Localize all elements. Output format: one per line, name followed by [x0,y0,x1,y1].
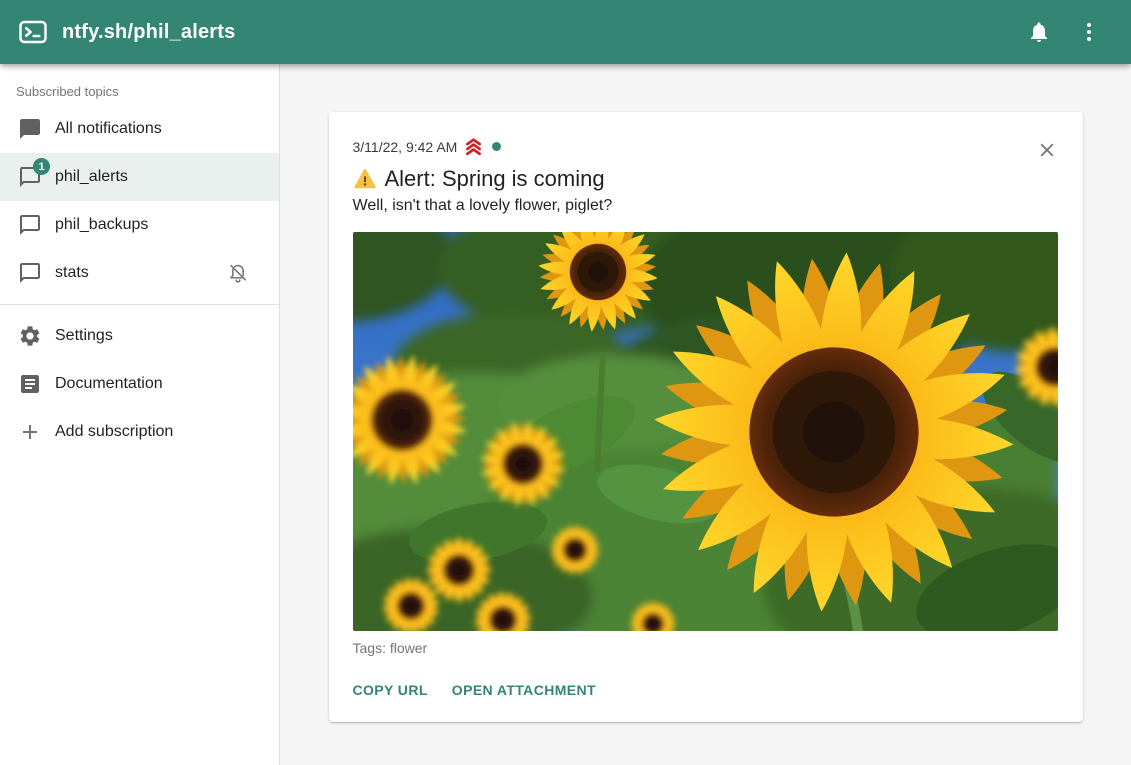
plus-icon [18,420,42,444]
notification-tags: Tags: flower [353,640,1059,656]
sidebar-item-phil-alerts[interactable]: 1 phil_alerts [0,153,279,201]
subscribed-topics-label: Subscribed topics [0,70,279,105]
gear-icon [18,324,42,348]
copy-url-button[interactable]: COPY URL [353,674,436,706]
sidebar-item-documentation[interactable]: Documentation [0,360,279,408]
close-icon [1036,139,1058,161]
sidebar: Subscribed topics All notifications 1 ph… [0,64,280,765]
sidebar-divider [0,304,279,305]
chat-bubble-outline-icon [18,213,42,237]
notification-timestamp: 3/11/22, 9:42 AM [353,139,458,155]
warning-emoji-icon [353,167,377,191]
chat-bubble-outline-icon: 1 [18,165,42,189]
notification-card: 3/11/22, 9:42 AM [329,112,1083,722]
open-attachment-button[interactable]: OPEN ATTACHMENT [452,674,604,706]
sidebar-item-stats[interactable]: stats [0,249,279,297]
overflow-menu-button[interactable] [1067,10,1111,54]
chat-bubble-filled-icon [18,117,42,141]
notification-title: Alert: Spring is coming [385,166,605,192]
priority-max-icon [463,136,484,157]
notifications-bell-button[interactable] [1017,10,1061,54]
notifications-muted-icon [227,262,249,284]
sidebar-item-label: phil_backups [55,216,148,234]
sidebar-item-label: phil_alerts [55,168,128,186]
close-notification-button[interactable] [1035,138,1059,162]
main-content: 3/11/22, 9:42 AM [280,64,1131,765]
chat-bubble-outline-icon [18,261,42,285]
article-icon [18,372,42,396]
unread-count-badge: 1 [33,158,50,175]
sidebar-item-label: Add subscription [55,423,173,441]
sidebar-item-add-subscription[interactable]: Add subscription [0,408,279,456]
attachment-image[interactable] [353,232,1058,631]
unread-dot-icon [492,142,501,151]
sidebar-item-label: Documentation [55,375,163,393]
appbar: ntfy.sh/phil_alerts [0,0,1131,64]
notification-title-row: Alert: Spring is coming [353,166,1059,192]
bell-icon [1027,20,1051,44]
sidebar-item-phil-backups[interactable]: phil_backups [0,201,279,249]
ntfy-terminal-logo-icon [18,17,48,47]
sidebar-item-label: stats [55,264,89,282]
sidebar-item-all-notifications[interactable]: All notifications [0,105,279,153]
sidebar-item-label: Settings [55,327,113,345]
notification-actions: COPY URL OPEN ATTACHMENT [353,674,1059,706]
notification-body: Well, isn't that a lovely flower, piglet… [353,197,1059,215]
appbar-title: ntfy.sh/phil_alerts [62,21,235,44]
sidebar-item-settings[interactable]: Settings [0,312,279,360]
sidebar-item-label: All notifications [55,120,162,138]
notification-meta-row: 3/11/22, 9:42 AM [353,136,1059,157]
more-vert-icon [1077,20,1101,44]
